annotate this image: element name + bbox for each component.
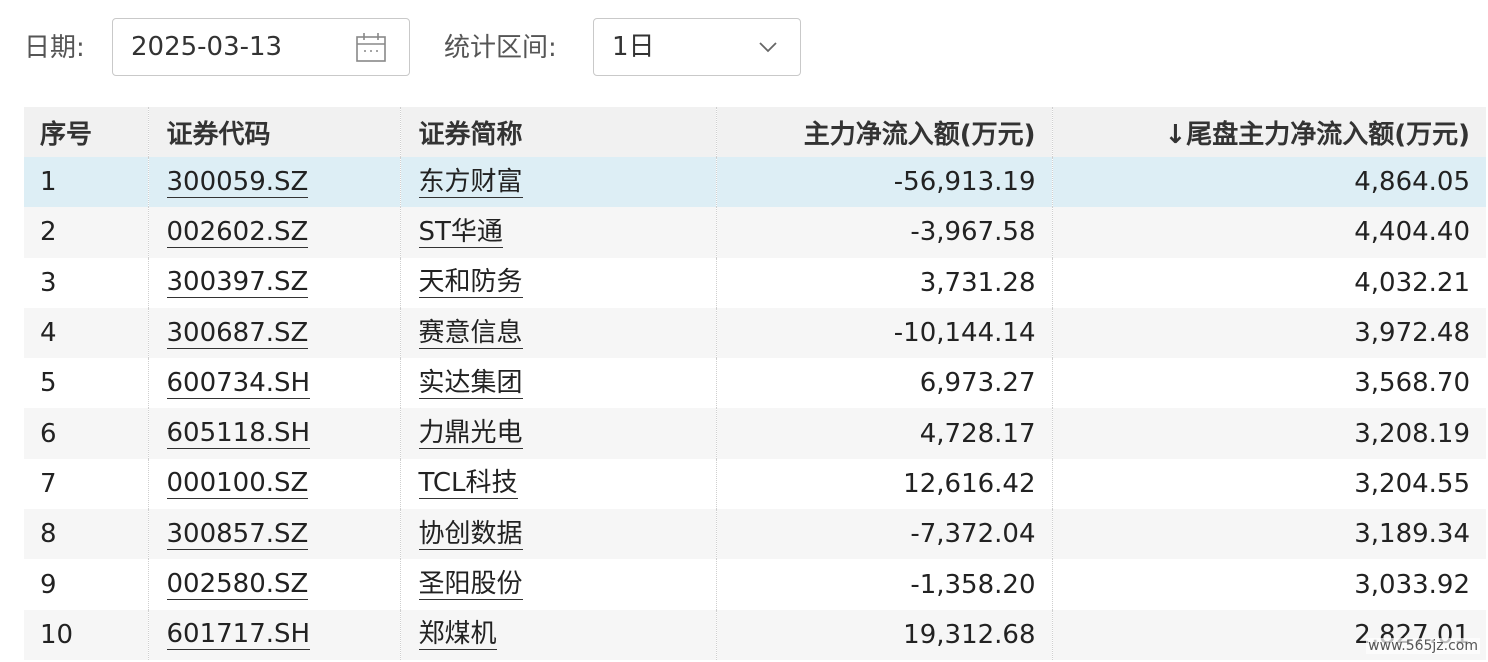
- cell-index: 10: [24, 609, 148, 660]
- stock-name-link[interactable]: 赛意信息: [418, 318, 523, 349]
- chevron-down-icon: [759, 42, 777, 53]
- table-row[interactable]: 10 601717.SH 郑煤机 19,312.68 2,827.01: [24, 609, 1486, 660]
- cell-index: 2: [24, 207, 148, 258]
- cell-code: 300059.SZ: [147, 157, 400, 208]
- cell-index: 5: [40, 368, 57, 399]
- cell-tail-flow: 3,204.55: [1051, 458, 1486, 510]
- cell-index: 6: [24, 408, 148, 459]
- cell-index: 4: [24, 307, 148, 359]
- date-label: 日期:: [24, 33, 85, 63]
- cell-main-flow: -10,144.14: [715, 307, 1052, 359]
- cell-tail-flow: 4,404.40: [1051, 207, 1486, 258]
- cell-tail-flow: 3,208.19: [1051, 408, 1486, 459]
- table-row[interactable]: 4 300687.SZ 赛意信息 -10,144.14 3,972.48: [24, 307, 1486, 359]
- stock-code-link[interactable]: 300059.SZ: [166, 167, 309, 198]
- cell-main-flow: -56,913.19: [715, 157, 1052, 208]
- calendar-icon[interactable]: [355, 31, 387, 63]
- cell-index: 8: [24, 509, 148, 560]
- stock-code-link[interactable]: 002580.SZ: [166, 569, 309, 601]
- cell-main-flow: -3,967.58: [715, 207, 1052, 258]
- cell-code: 300397.SZ: [147, 257, 400, 308]
- stock-code-link[interactable]: 601717.SH: [166, 619, 311, 651]
- cell-tail-flow: 4,864.05: [1051, 157, 1486, 208]
- table-row[interactable]: 9 002580.SZ 圣阳股份 -1,358.20 3,033.92: [24, 559, 1486, 610]
- cell-main-flow: 4,728.17: [715, 408, 1052, 459]
- cell-name: 实达集团: [399, 358, 716, 409]
- cell-name: 郑煤机: [399, 609, 716, 660]
- table-row[interactable]: 8 300857.SZ 协创数据 -7,372.04 3,189.34: [24, 509, 1486, 560]
- table-row[interactable]: 2 002602.SZ ST华通 -3,967.58 4,404.40: [24, 207, 1486, 258]
- stock-code-link[interactable]: 300397.SZ: [166, 267, 309, 299]
- table-row[interactable]: 3 300397.SZ 天和防务 3,731.28 4,032.21: [24, 257, 1486, 308]
- date-picker[interactable]: 2025-03-13: [112, 18, 410, 76]
- cell-name: 协创数据: [399, 509, 716, 560]
- cell-tail-flow: 3,033.92: [1051, 559, 1486, 610]
- cell-index: 7: [40, 468, 57, 499]
- cell-code: 002602.SZ: [147, 207, 400, 258]
- cell-name: TCL科技: [399, 458, 716, 510]
- period-select[interactable]: 1日: [593, 18, 801, 76]
- cell-tail-flow: 4,032.21: [1051, 257, 1486, 308]
- header-name[interactable]: 证券简称: [399, 107, 716, 157]
- cell-code: 300687.SZ: [147, 307, 400, 359]
- capital-flow-table: 序号 证券代码 证券简称 主力净流入额(万元) ↓尾盘主力净流入额(万元) 13…: [24, 107, 1486, 660]
- cell-main-flow: -7,372.04: [715, 509, 1052, 560]
- stock-name-link[interactable]: TCL科技: [418, 468, 518, 500]
- cell-index: 1: [24, 157, 148, 208]
- table-row[interactable]: 7 000100.SZ TCL科技 12,616.42 3,204.55: [24, 458, 1486, 510]
- cell-main-flow: 19,312.68: [715, 609, 1052, 660]
- period-label: 统计区间:: [444, 33, 557, 63]
- cell-tail-flow: 3,189.34: [1051, 509, 1486, 560]
- table-row[interactable]: 6 605118.SH 力鼎光电 4,728.17 3,208.19: [24, 408, 1486, 459]
- cell-code: 002580.SZ: [147, 559, 400, 610]
- table-header-row: 序号 证券代码 证券简称 主力净流入额(万元) ↓尾盘主力净流入额(万元): [24, 107, 1486, 157]
- header-index: 序号: [24, 107, 148, 157]
- stock-code-link[interactable]: 300857.SZ: [166, 519, 309, 550]
- cell-code: 601717.SH: [147, 609, 400, 660]
- stock-code-link[interactable]: 600734.SH: [166, 368, 311, 399]
- stock-name-link[interactable]: 实达集团: [418, 368, 523, 399]
- cell-code: 605118.SH: [147, 408, 400, 459]
- header-code[interactable]: 证券代码: [147, 107, 400, 157]
- cell-index: 9: [40, 569, 57, 600]
- cell-main-flow: 6,973.27: [715, 358, 1052, 409]
- cell-code: 300857.SZ: [147, 509, 400, 560]
- cell-name: ST华通: [399, 207, 716, 258]
- stock-name-link[interactable]: 东方财富: [418, 167, 523, 198]
- stock-code-link[interactable]: 002602.SZ: [166, 217, 309, 248]
- header-main-flow[interactable]: 主力净流入额(万元): [715, 107, 1052, 157]
- stock-name-link[interactable]: 圣阳股份: [418, 569, 523, 601]
- cell-tail-flow: 3,972.48: [1051, 307, 1486, 359]
- stock-name-link[interactable]: 协创数据: [418, 519, 523, 550]
- cell-name: 赛意信息: [399, 307, 716, 359]
- table-row[interactable]: 1 300059.SZ 东方财富 -56,913.19 4,864.05: [24, 157, 1486, 208]
- stock-code-link[interactable]: 605118.SH: [166, 418, 311, 450]
- cell-index: 3: [40, 267, 57, 298]
- cell-code: 600734.SH: [147, 358, 400, 409]
- header-tail-flow-sorted[interactable]: ↓尾盘主力净流入额(万元): [1051, 107, 1486, 157]
- cell-main-flow: 3,731.28: [715, 257, 1052, 308]
- stock-name-link[interactable]: 力鼎光电: [418, 418, 523, 450]
- cell-code: 000100.SZ: [147, 458, 400, 510]
- stock-name-link[interactable]: 天和防务: [418, 267, 523, 299]
- watermark: www.565jz.com: [1366, 638, 1480, 654]
- cell-name: 天和防务: [399, 257, 716, 308]
- stock-code-link[interactable]: 300687.SZ: [166, 318, 309, 349]
- cell-name: 圣阳股份: [399, 559, 716, 610]
- cell-name: 东方财富: [399, 157, 716, 208]
- date-value: 2025-03-13: [131, 32, 283, 62]
- cell-main-flow: 12,616.42: [715, 458, 1052, 510]
- cell-main-flow: -1,358.20: [715, 559, 1052, 610]
- cell-tail-flow: 3,568.70: [1051, 358, 1486, 409]
- cell-name: 力鼎光电: [399, 408, 716, 459]
- stock-name-link[interactable]: 郑煤机: [418, 619, 497, 651]
- table-row[interactable]: 5 600734.SH 实达集团 6,973.27 3,568.70: [24, 358, 1486, 409]
- period-value: 1日: [612, 32, 655, 62]
- stock-name-link[interactable]: ST华通: [418, 217, 503, 248]
- stock-code-link[interactable]: 000100.SZ: [166, 468, 309, 500]
- filter-bar: 日期: 2025-03-13 统计区间: 1日: [0, 0, 1488, 100]
